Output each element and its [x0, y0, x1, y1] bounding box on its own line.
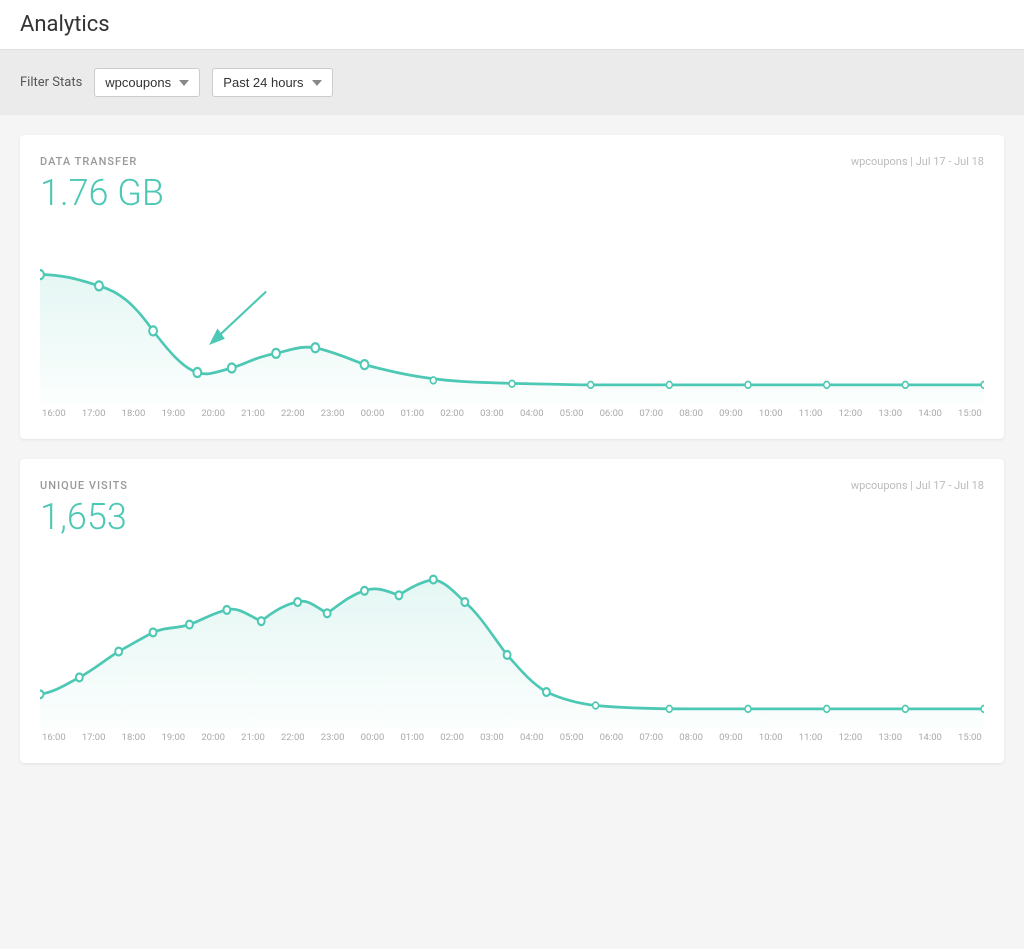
data-transfer-card: DATA TRANSFER wpcoupons | Jul 17 - Jul 1…: [20, 135, 1004, 439]
page-title: Analytics: [20, 12, 1004, 37]
time-label: 22:00: [281, 408, 305, 419]
time-label: 11:00: [799, 732, 823, 743]
time-label: 13:00: [878, 408, 902, 419]
time-label: 01:00: [400, 732, 424, 743]
time-label: 21:00: [241, 408, 265, 419]
time-label: 05:00: [560, 408, 584, 419]
time-label: 13:00: [878, 732, 902, 743]
time-label: 11:00: [799, 408, 823, 419]
time-label: 02:00: [440, 408, 464, 419]
time-label: 00:00: [361, 732, 385, 743]
main-content: DATA TRANSFER wpcoupons | Jul 17 - Jul 1…: [0, 115, 1024, 783]
time-label: 19:00: [161, 408, 185, 419]
time-label: 10:00: [759, 732, 783, 743]
time-label: 02:00: [440, 732, 464, 743]
time-label: 17:00: [82, 732, 106, 743]
unique-visits-title: UNIQUE VISITS: [40, 479, 128, 492]
time-label: 22:00: [281, 732, 305, 743]
time-label: 17:00: [82, 408, 106, 419]
data-transfer-chart: [40, 224, 984, 404]
time-label: 01:00: [400, 408, 424, 419]
time-label: 15:00: [958, 408, 982, 419]
unique-visits-value: 1,653: [40, 496, 984, 538]
unique-visits-meta: wpcoupons | Jul 17 - Jul 18: [851, 479, 984, 492]
time-label: 21:00: [241, 732, 265, 743]
time-label: 15:00: [958, 732, 982, 743]
data-transfer-time-labels: 16:00 17:00 18:00 19:00 20:00 21:00 22:0…: [40, 408, 984, 419]
time-label: 14:00: [918, 732, 942, 743]
time-label: 20:00: [201, 408, 225, 419]
time-label: 00:00: [361, 408, 385, 419]
time-label: 03:00: [480, 732, 504, 743]
data-transfer-title: DATA TRANSFER: [40, 155, 137, 168]
time-label: 12:00: [839, 408, 863, 419]
time-label: 23:00: [321, 732, 345, 743]
time-label: 10:00: [759, 408, 783, 419]
time-label: 06:00: [600, 732, 624, 743]
time-label: 06:00: [600, 408, 624, 419]
time-label: 05:00: [560, 732, 584, 743]
time-label: 03:00: [480, 408, 504, 419]
time-label: 18:00: [122, 732, 146, 743]
time-label: 12:00: [839, 732, 863, 743]
time-label: 07:00: [639, 732, 663, 743]
time-label: 16:00: [42, 732, 66, 743]
time-label: 04:00: [520, 732, 544, 743]
time-label: 16:00: [42, 408, 66, 419]
time-label: 08:00: [679, 408, 703, 419]
data-transfer-value: 1.76 GB: [40, 172, 984, 214]
unique-visits-header: UNIQUE VISITS wpcoupons | Jul 17 - Jul 1…: [40, 479, 984, 492]
data-transfer-meta: wpcoupons | Jul 17 - Jul 18: [851, 155, 984, 168]
unique-visits-time-labels: 16:00 17:00 18:00 19:00 20:00 21:00 22:0…: [40, 732, 984, 743]
time-label: 23:00: [321, 408, 345, 419]
filter-bar: Filter Stats wpcoupons Past 24 hours Pas…: [0, 50, 1024, 115]
time-label: 09:00: [719, 408, 743, 419]
time-label: 19:00: [161, 732, 185, 743]
page-header: Analytics: [0, 0, 1024, 50]
filter-stats-label: Filter Stats: [20, 75, 82, 90]
unique-visits-chart: [40, 548, 984, 728]
time-filter-select[interactable]: Past 24 hours Past 7 days Past 30 days: [212, 68, 333, 97]
data-transfer-header: DATA TRANSFER wpcoupons | Jul 17 - Jul 1…: [40, 155, 984, 168]
time-label: 08:00: [679, 732, 703, 743]
unique-visits-card: UNIQUE VISITS wpcoupons | Jul 17 - Jul 1…: [20, 459, 1004, 763]
time-label: 18:00: [122, 408, 146, 419]
time-label: 20:00: [201, 732, 225, 743]
time-label: 09:00: [719, 732, 743, 743]
time-label: 04:00: [520, 408, 544, 419]
time-label: 14:00: [918, 408, 942, 419]
site-filter-select[interactable]: wpcoupons: [94, 68, 200, 97]
time-label: 07:00: [639, 408, 663, 419]
